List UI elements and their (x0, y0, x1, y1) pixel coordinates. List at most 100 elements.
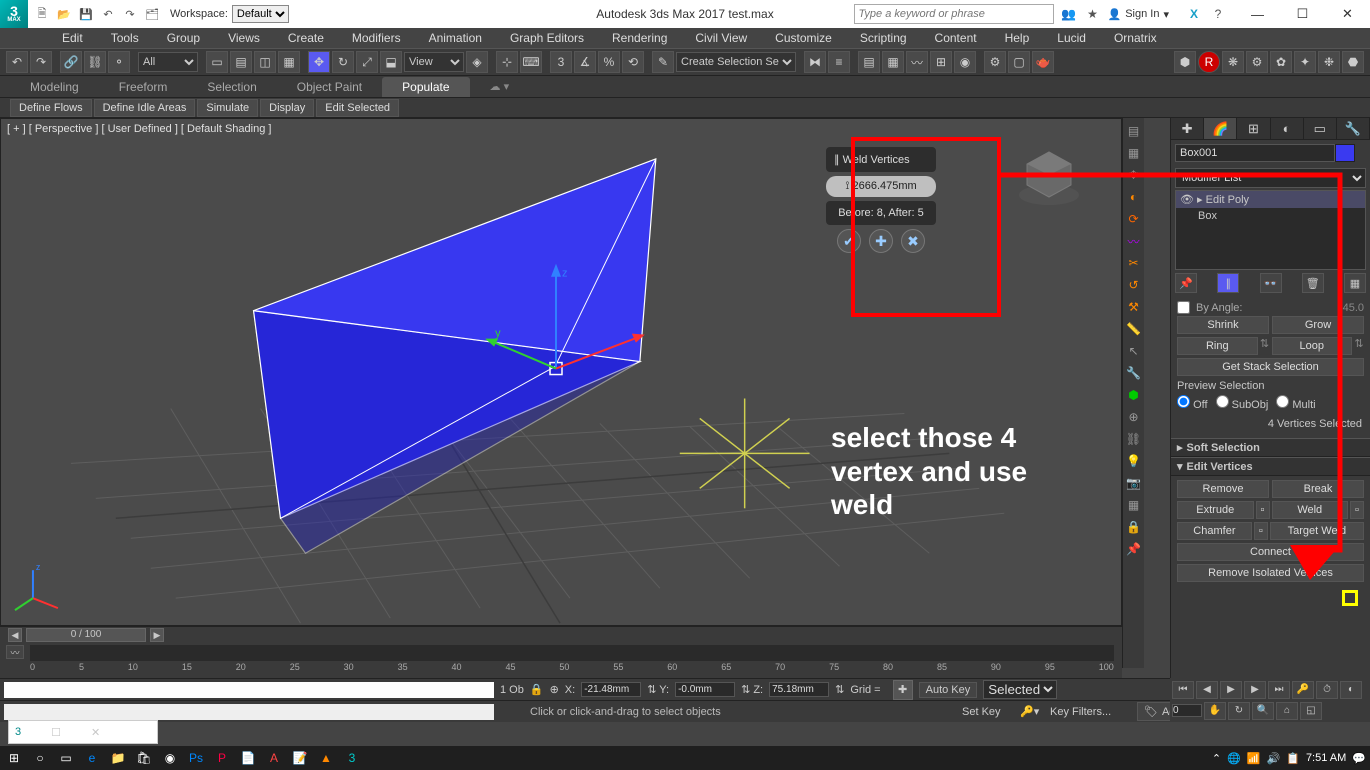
key-filters-button[interactable]: Key Filters... (1050, 706, 1111, 718)
undo-icon[interactable]: ↶ (98, 4, 118, 24)
menu-animation[interactable]: Animation (415, 29, 496, 47)
key-filter-dropdown[interactable]: Selected (983, 680, 1057, 699)
snap-icon[interactable]: 3 (550, 51, 572, 73)
target-weld-button[interactable]: Target Weld (1270, 522, 1364, 540)
mirror-icon[interactable]: ⧓ (804, 51, 826, 73)
lock-icon[interactable]: 🔒 (1125, 518, 1143, 536)
connect-button[interactable]: Connect (1177, 543, 1364, 561)
named-selection-set[interactable]: Create Selection Se (676, 52, 796, 72)
undo-icon[interactable]: ↶ (6, 51, 28, 73)
maxscript-listener[interactable] (4, 682, 494, 698)
remove-modifier-icon[interactable]: 🗑 (1302, 273, 1324, 293)
notepad-icon[interactable]: 📝 (290, 748, 310, 768)
manipulate-icon[interactable]: ⊹ (496, 51, 518, 73)
preview-multi-radio[interactable]: Multi (1276, 395, 1315, 411)
caddy-cancel-icon[interactable]: ✖ (901, 229, 925, 253)
explorer-icon[interactable]: 📁 (108, 748, 128, 768)
menu-modifiers[interactable]: Modifiers (338, 29, 415, 47)
time-prev-button[interactable]: ◀ (8, 628, 22, 642)
modifier-list-dropdown[interactable]: Modifier List (1175, 168, 1366, 188)
plugin2-icon[interactable]: ❋ (1222, 51, 1244, 73)
close-button[interactable]: ✕ (1325, 0, 1370, 28)
isolate-icon[interactable]: ◐ (1340, 681, 1362, 699)
edit-selected-button[interactable]: Edit Selected (316, 99, 399, 117)
weld-button[interactable]: Weld (1272, 501, 1349, 519)
remove-button[interactable]: Remove (1177, 480, 1269, 498)
extrude-button[interactable]: Extrude (1177, 501, 1254, 519)
scale-icon[interactable]: ⤢ (356, 51, 378, 73)
ruler-icon[interactable]: 📏 (1125, 320, 1143, 338)
joint-icon[interactable]: ⊕ (1125, 408, 1143, 426)
simulate-button[interactable]: Simulate (197, 99, 258, 117)
get-stack-button[interactable]: Get Stack Selection (1177, 358, 1364, 376)
light-icon[interactable]: 💡 (1125, 452, 1143, 470)
nav-max-icon[interactable]: ◱ (1300, 702, 1322, 720)
move-icon[interactable]: ✥ (308, 51, 330, 73)
plugin3-icon[interactable]: ⚙ (1246, 51, 1268, 73)
display-icon[interactable]: ▦ (1125, 144, 1143, 162)
slice-icon[interactable]: ✂ (1125, 254, 1143, 272)
workspace-dropdown[interactable]: Default (232, 5, 289, 23)
exchange-icon[interactable]: X (1185, 5, 1203, 23)
remove-isolated-button[interactable]: Remove Isolated Vertices (1177, 564, 1364, 582)
chamfer-settings-button[interactable]: ▫ (1254, 522, 1268, 540)
autokey-button[interactable]: Auto Key (919, 682, 978, 698)
utilities-tab-icon[interactable]: 🔧 (1337, 118, 1370, 139)
maxscript-mini[interactable] (4, 704, 494, 720)
minimize-button[interactable]: — (1235, 0, 1280, 28)
time-config-icon[interactable]: ⏱ (1316, 681, 1338, 699)
tray-up-icon[interactable]: ⌃ (1212, 752, 1221, 765)
selection-filter[interactable]: All (138, 52, 198, 72)
plugin-r-icon[interactable]: R (1198, 51, 1220, 73)
start-icon[interactable]: ⊞ (4, 748, 24, 768)
pin-stack-icon[interactable]: 📌 (1175, 273, 1197, 293)
prev-frame-icon[interactable]: ◀ (1196, 681, 1218, 699)
z-coord-input[interactable] (769, 682, 829, 697)
keyboard-icon[interactable]: ⌨ (520, 51, 542, 73)
lock-icon[interactable]: 🔒 (530, 683, 544, 696)
hierarchy-tab-icon[interactable]: ⊞ (1237, 118, 1270, 139)
menu-help[interactable]: Help (991, 29, 1044, 47)
x-coord-input[interactable] (581, 682, 641, 697)
signin-button[interactable]: 👤 Sign In ▾ (1108, 8, 1169, 21)
tab-freeform[interactable]: Freeform (99, 77, 188, 97)
save-icon[interactable]: 💾 (76, 4, 96, 24)
by-angle-checkbox[interactable] (1177, 301, 1190, 314)
angle-snap-icon[interactable]: ∡ (574, 51, 596, 73)
unlink-icon[interactable]: ⛓ (84, 51, 106, 73)
menu-lucid[interactable]: Lucid (1043, 29, 1100, 47)
wave-icon[interactable]: 〰 (1125, 232, 1143, 250)
coord-sys-icon[interactable]: ⊕ (550, 683, 559, 696)
new-icon[interactable]: 🗎 (32, 4, 52, 24)
menu-content[interactable]: Content (921, 29, 991, 47)
bind-icon[interactable]: ⚬ (108, 51, 130, 73)
display-tab-icon[interactable]: ▭ (1304, 118, 1337, 139)
create-tab-icon[interactable]: ✚ (1171, 118, 1204, 139)
menu-group[interactable]: Group (153, 29, 214, 47)
ref-coord-system[interactable]: View (404, 52, 464, 72)
tray-time[interactable]: 7:51 AM (1306, 752, 1346, 764)
wifi-icon[interactable]: ⟳ (1125, 210, 1143, 228)
redo-icon[interactable]: ↷ (30, 51, 52, 73)
redo-icon[interactable]: ↷ (120, 4, 140, 24)
favorite-icon[interactable]: ★ (1084, 5, 1102, 23)
chamfer-button[interactable]: Chamfer (1177, 522, 1252, 540)
rollout-soft-selection[interactable]: ▸ Soft Selection (1171, 438, 1370, 457)
project-icon[interactable]: 🗂 (142, 4, 162, 24)
pivot-icon[interactable]: ◈ (466, 51, 488, 73)
cortana-icon[interactable]: ○ (30, 748, 50, 768)
align-icon[interactable]: ≡ (828, 51, 850, 73)
ribbon-minimize-icon[interactable]: ☁ ▾ (490, 80, 510, 93)
y-coord-input[interactable] (675, 682, 735, 697)
pinterest-icon[interactable]: P (212, 748, 232, 768)
object-color-swatch[interactable] (1335, 144, 1355, 162)
layer-icon[interactable]: ▤ (858, 51, 880, 73)
explorer-restore-icon[interactable]: ☐ (51, 726, 61, 739)
explorer-window-tab[interactable]: 3 ☐ ✕ (8, 720, 158, 744)
pin-icon[interactable]: 📌 (1125, 540, 1143, 558)
current-frame-input[interactable] (1172, 704, 1202, 717)
weld-settings-button[interactable]: ▫ (1350, 501, 1364, 519)
extrude-settings-button[interactable]: ▫ (1256, 501, 1270, 519)
placement-icon[interactable]: ⬓ (380, 51, 402, 73)
menu-edit[interactable]: Edit (48, 29, 97, 47)
